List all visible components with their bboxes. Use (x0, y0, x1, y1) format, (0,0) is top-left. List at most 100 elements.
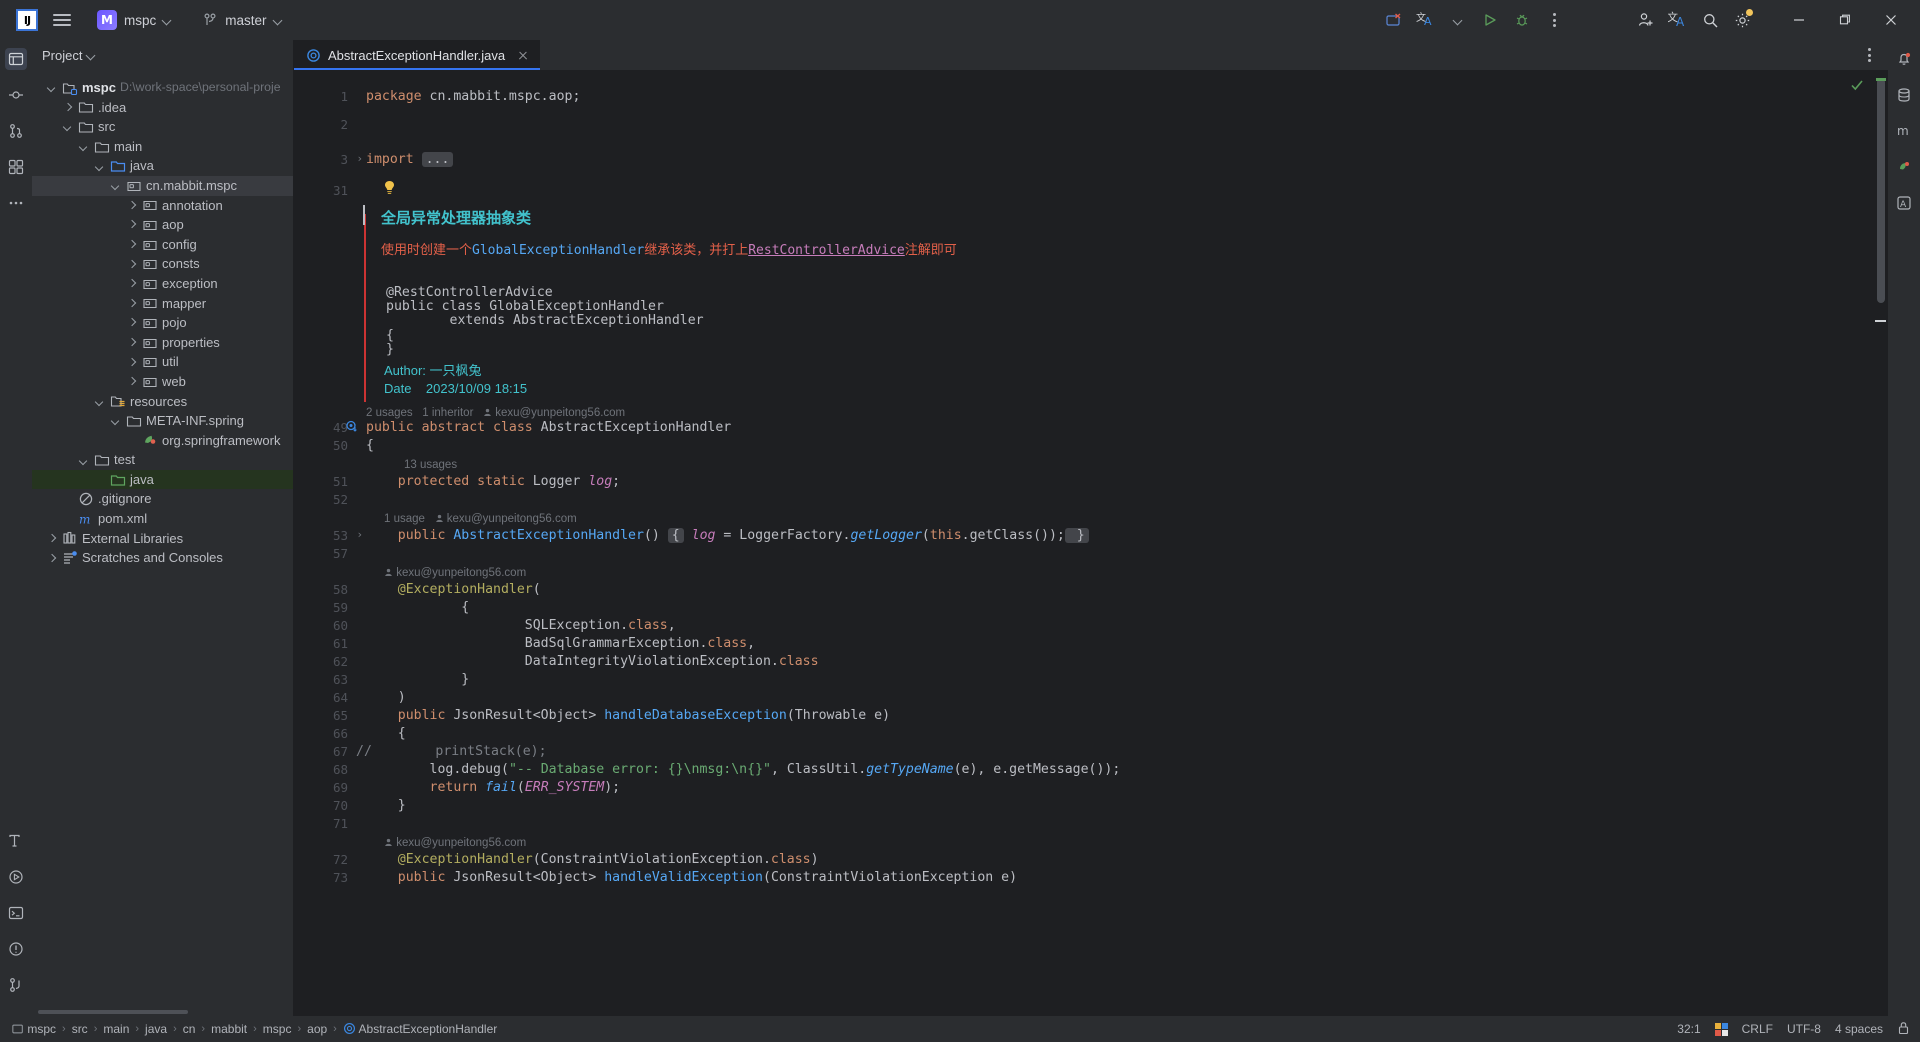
tree-node--gitignore[interactable]: .gitignore (32, 489, 293, 509)
code-line[interactable]: { (366, 599, 469, 617)
chevron-closed-icon[interactable] (126, 199, 138, 211)
tree-node-properties[interactable]: properties (32, 333, 293, 353)
code-line[interactable]: { (366, 725, 406, 743)
project-widget[interactable]: M mspc (88, 6, 181, 34)
breadcrumb-item[interactable]: mspc (10, 1021, 58, 1037)
maximize-button[interactable] (1822, 0, 1868, 40)
chevron-open-icon[interactable] (78, 141, 90, 153)
inspection-marker[interactable] (1876, 78, 1886, 81)
tree-node-external-libraries[interactable]: External Libraries (32, 529, 293, 549)
breadcrumb-item[interactable]: cn (181, 1021, 198, 1037)
line-separator-label[interactable]: CRLF (1742, 1022, 1773, 1036)
main-menu-button[interactable] (48, 6, 76, 34)
tree-node-cn-mabbit-mspc[interactable]: cn.mabbit.mspc (32, 175, 293, 196)
tree-node-scratches-and-consoles[interactable]: Scratches and Consoles (32, 548, 293, 568)
version-control-icon[interactable] (5, 974, 27, 996)
code-line[interactable]: DataIntegrityViolationException.class (366, 653, 819, 671)
lock-icon[interactable] (1897, 1021, 1910, 1038)
code-line[interactable]: import ... (366, 151, 454, 169)
keyboard-layout-icon[interactable] (1714, 1022, 1728, 1036)
code-editor[interactable]: 1 2 3 31 › 49 50 51 52 53 › 57 58 59 60 61 62 63 64 65 66 67 6… (294, 70, 1888, 1016)
chevron-closed-icon[interactable] (62, 101, 74, 113)
services-run-icon[interactable] (5, 866, 27, 888)
tree-node-java[interactable]: java (32, 156, 293, 176)
project-tree[interactable]: mspc D:\work-space\personal-proje .idea sr… (32, 70, 293, 1016)
indent-label[interactable]: 4 spaces (1835, 1022, 1883, 1036)
bean-validation-icon[interactable] (1893, 156, 1915, 178)
chevron-closed-icon[interactable] (126, 239, 138, 251)
notifications-icon[interactable] (1893, 48, 1915, 70)
chevron-open-icon[interactable] (94, 160, 106, 172)
tree-node-pojo[interactable]: pojo (32, 313, 293, 333)
chevron-open-icon[interactable] (62, 121, 74, 133)
ai-assistant-icon[interactable]: A (1893, 192, 1915, 214)
chevron-closed-icon[interactable] (126, 317, 138, 329)
code-line[interactable]: // printStack(e); (356, 743, 547, 761)
translate-plugin-button[interactable]: 文 A (1664, 6, 1692, 34)
tree-node-resources[interactable]: resources (32, 392, 293, 412)
breadcrumb-item[interactable]: mspc (261, 1021, 294, 1037)
tree-node-config[interactable]: config (32, 235, 293, 255)
problems-icon[interactable] (5, 938, 27, 960)
code-line[interactable]: protected static Logger log; (366, 473, 620, 491)
inspection-check-icon[interactable] (1850, 78, 1864, 97)
chevron-closed-icon[interactable] (126, 219, 138, 231)
chevron-down-icon[interactable] (87, 51, 96, 60)
editor-scrollbar-and-markers[interactable] (1874, 70, 1888, 1016)
tree-node-exception[interactable]: exception (32, 274, 293, 294)
tree-node-org-springframework[interactable]: org.springframework (32, 431, 293, 451)
tree-node-pom-xml[interactable]: m pom.xml (32, 509, 293, 529)
structure-tool-icon[interactable] (5, 156, 27, 178)
terminal-icon[interactable] (5, 902, 27, 924)
code-line[interactable]: package cn.mabbit.mspc.aop; (366, 88, 580, 106)
code-line[interactable]: public abstract class AbstractExceptionH… (366, 419, 731, 437)
code-line[interactable]: ) (366, 689, 406, 707)
project-panel-header[interactable]: Project (32, 40, 293, 70)
code-line[interactable]: public JsonResult<Object> handleDatabase… (366, 707, 890, 725)
minimize-button[interactable] (1776, 0, 1822, 40)
code-line[interactable]: return fail(ERR_SYSTEM); (366, 779, 621, 797)
tree-node-util[interactable]: util (32, 352, 293, 372)
terminal-font-icon[interactable] (5, 830, 27, 852)
translate-button[interactable]: 文 A (1412, 6, 1440, 34)
breadcrumb-item[interactable]: src (70, 1021, 90, 1037)
run-configuration-selector[interactable] (1380, 6, 1408, 34)
code-line[interactable]: log.debug("-- Database error: {}\nmsg:\n… (366, 761, 1121, 779)
project-tool-icon[interactable] (5, 48, 27, 70)
chevron-closed-icon[interactable] (46, 532, 58, 544)
chevron-closed-icon[interactable] (126, 258, 138, 270)
code-line[interactable]: { (366, 437, 374, 455)
close-icon[interactable] (516, 48, 530, 62)
chevron-open-icon[interactable] (110, 415, 122, 427)
maven-icon[interactable]: m (1893, 120, 1915, 142)
inlay-hint[interactable]: kexu@yunpeitong56.com (384, 564, 529, 582)
run-config-chevron[interactable] (1444, 6, 1472, 34)
tree-node-mapper[interactable]: mapper (32, 294, 293, 314)
chevron-open-icon[interactable] (46, 82, 58, 94)
chevron-closed-icon[interactable] (46, 552, 58, 564)
chevron-closed-icon[interactable] (126, 356, 138, 368)
tree-node-mspc[interactable]: mspc D:\work-space\personal-proje (32, 78, 293, 98)
chevron-open-icon[interactable] (110, 180, 122, 192)
editor-tab[interactable]: AbstractExceptionHandler.java (294, 40, 541, 70)
inlay-hint[interactable]: kexu@yunpeitong56.com (384, 834, 529, 852)
more-vertical-icon[interactable] (1860, 46, 1878, 64)
tree-node-web[interactable]: web (32, 372, 293, 392)
tree-node-aop[interactable]: aop (32, 215, 293, 235)
breadcrumb[interactable]: mspc › src › main › java › cn › mabbit › mspc › aop › A… (10, 1021, 499, 1037)
settings-button[interactable] (1728, 6, 1756, 34)
editor-gutter[interactable]: 1 2 3 31 › 49 50 51 52 53 › 57 58 59 60 61 62 63 64 65 66 67 6… (294, 70, 362, 1016)
breadcrumb-item[interactable]: main (101, 1021, 131, 1037)
search-everywhere-button[interactable] (1696, 6, 1724, 34)
account-button[interactable] (1632, 6, 1660, 34)
tree-node-consts[interactable]: consts (32, 254, 293, 274)
code-line[interactable]: } (366, 797, 406, 815)
run-button[interactable] (1476, 6, 1504, 34)
breadcrumb-item[interactable]: aop (305, 1021, 329, 1037)
breadcrumb-item[interactable]: AbstractExceptionHandler (341, 1021, 499, 1037)
encoding-label[interactable]: UTF-8 (1787, 1022, 1821, 1036)
close-button[interactable] (1868, 0, 1914, 40)
chevron-closed-icon[interactable] (126, 376, 138, 388)
debug-button[interactable] (1508, 6, 1536, 34)
chevron-closed-icon[interactable] (126, 278, 138, 290)
